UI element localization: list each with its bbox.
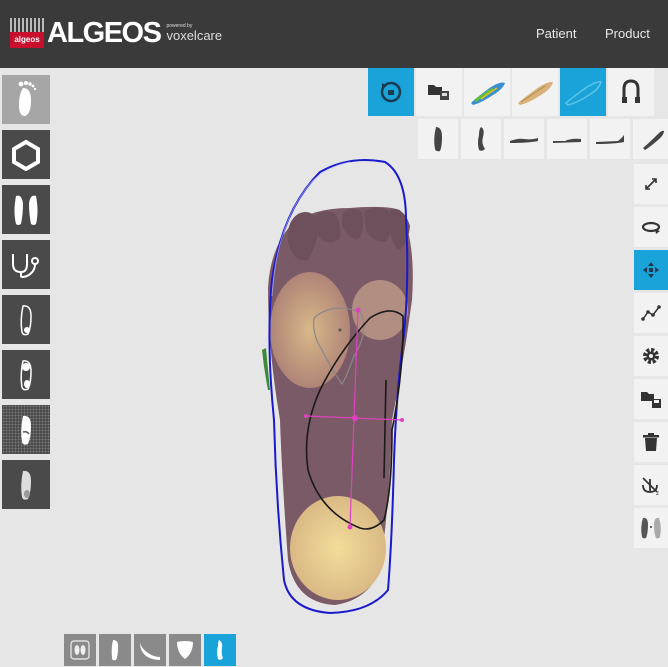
- foot-scan-icon: [18, 80, 37, 116]
- nav-patient[interactable]: Patient: [536, 26, 576, 41]
- foot-scan-button[interactable]: [2, 75, 50, 124]
- left-toolbar: [2, 75, 50, 515]
- rotate-icon: [641, 221, 661, 234]
- foot-outline-button[interactable]: [2, 295, 50, 344]
- rotate-view-button[interactable]: [368, 68, 416, 116]
- feet-compare-button[interactable]: [634, 508, 668, 548]
- foot-sole-icon: [21, 470, 31, 500]
- expand-icon: [645, 178, 657, 190]
- insole-blue-button[interactable]: [560, 68, 608, 116]
- foot-narrow-icon: [111, 640, 119, 661]
- trash-icon: [643, 433, 659, 451]
- logo-text: ALGEOS: [47, 17, 162, 49]
- heel-cup-button[interactable]: [169, 634, 201, 666]
- footprints-icon: [70, 640, 90, 660]
- graph-icon: [641, 305, 661, 321]
- view-top-icon: [434, 127, 442, 152]
- heel-cup-icon: [177, 641, 193, 659]
- view-flat-button[interactable]: [504, 119, 544, 159]
- folder-image-icon: [428, 85, 449, 100]
- expand-button[interactable]: [634, 164, 668, 204]
- foot-scan-model[interactable]: [230, 150, 460, 625]
- delete-button[interactable]: [634, 422, 668, 462]
- nav-product[interactable]: Product: [605, 26, 650, 41]
- folder-save-icon: [641, 392, 661, 408]
- top-toolbar: [368, 68, 656, 116]
- rotate-view-icon: [380, 81, 402, 103]
- svg-text:z: z: [656, 491, 659, 495]
- arch-icon: [140, 643, 160, 660]
- foot-insole-button[interactable]: [2, 405, 50, 454]
- magnet-button[interactable]: [608, 68, 656, 116]
- right-toolbar: z: [634, 164, 668, 551]
- brand-tagline: powered by voxelcare: [166, 23, 223, 43]
- algeos-logo: algeos ALGEOS powered by voxelcare: [10, 18, 222, 48]
- move-button[interactable]: [634, 250, 668, 290]
- insole-tan-icon: [518, 81, 553, 105]
- app-header: algeos ALGEOS powered by voxelcare Patie…: [0, 0, 668, 68]
- anchor-button[interactable]: z: [634, 465, 668, 505]
- insole-colored-button[interactable]: [464, 68, 512, 116]
- graph-button[interactable]: [634, 293, 668, 333]
- foot-sole-button[interactable]: [2, 460, 50, 509]
- anchor-icon: z: [642, 477, 659, 495]
- feet-compare-icon: [641, 517, 661, 539]
- foot-pressure-icon: [20, 359, 32, 390]
- insole-colored-icon: [471, 82, 505, 105]
- stethoscope-button[interactable]: [2, 240, 50, 289]
- magnet-icon: [622, 79, 640, 103]
- rotate-button[interactable]: [634, 207, 668, 247]
- hexagon-icon: [12, 139, 40, 171]
- foot-pressure-button[interactable]: [2, 350, 50, 399]
- foot-blue-button[interactable]: [204, 634, 236, 666]
- folder-image-button[interactable]: [416, 68, 464, 116]
- gear-icon: [643, 348, 659, 364]
- view-low-button[interactable]: [547, 119, 587, 159]
- view-side-button[interactable]: [461, 119, 501, 159]
- move-icon: [643, 262, 659, 278]
- logo-mark-icon: algeos: [10, 18, 44, 48]
- foot-narrow-button[interactable]: [99, 634, 131, 666]
- view-low-icon: [553, 138, 581, 143]
- stethoscope-icon: [12, 253, 39, 278]
- bottom-toolbar: [64, 634, 239, 666]
- view-angle-button[interactable]: [633, 119, 668, 159]
- insole-blue-icon: [564, 81, 602, 106]
- feet-pair-button[interactable]: [2, 185, 50, 234]
- view-side-icon: [478, 127, 485, 151]
- folder-save-button[interactable]: [634, 379, 668, 419]
- foot-outline-icon: [20, 304, 32, 335]
- settings-button[interactable]: [634, 336, 668, 376]
- hexagon-button[interactable]: [2, 130, 50, 179]
- view-angle-icon: [643, 130, 664, 150]
- arch-button[interactable]: [134, 634, 166, 666]
- foot-scan-viewport[interactable]: [230, 150, 460, 625]
- view-heel-button[interactable]: [590, 119, 630, 159]
- view-heel-icon: [596, 135, 624, 144]
- view-flat-icon: [510, 138, 538, 143]
- feet-pair-icon: [14, 195, 38, 225]
- insole-tan-button[interactable]: [512, 68, 560, 116]
- foot-blue-icon: [217, 640, 223, 660]
- footprints-button[interactable]: [64, 634, 96, 666]
- foot-insole-icon: [21, 415, 31, 445]
